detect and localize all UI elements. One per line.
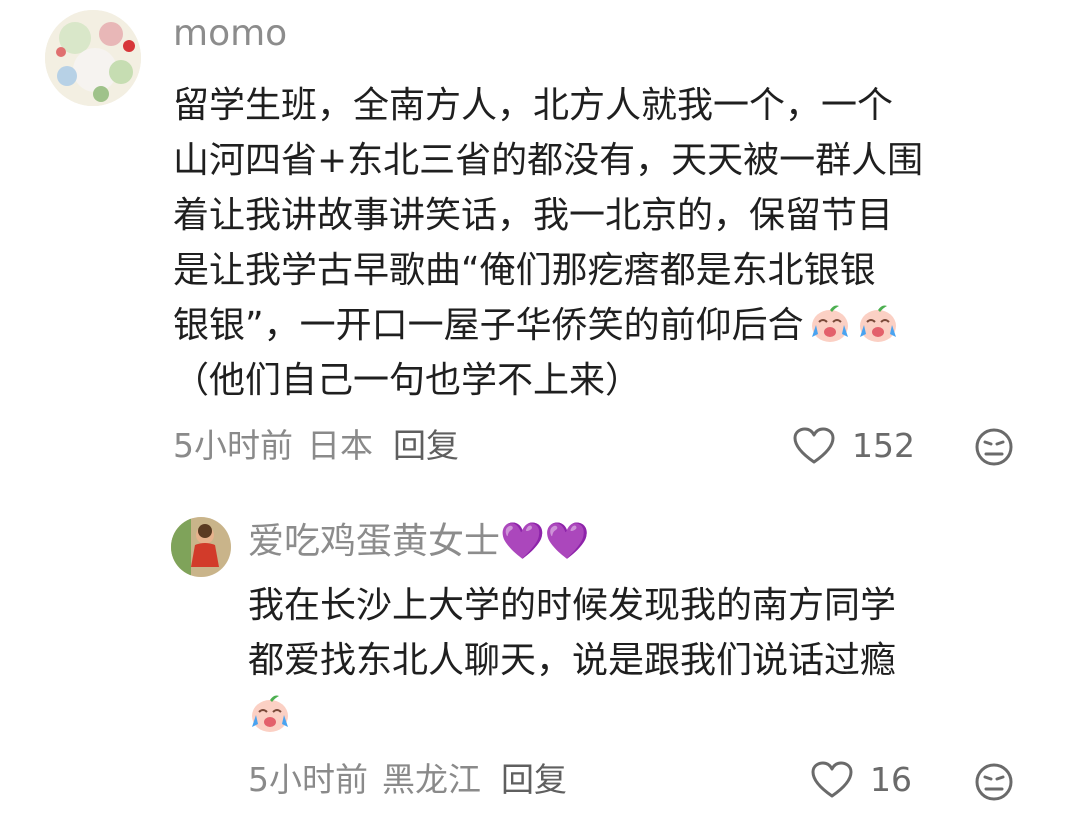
comment-line: 着让我讲故事讲笑话，我一北京的，保留节目 <box>173 195 894 236</box>
comment-line: 都爱找东北人聊天，说是跟我们说话过瘾 <box>248 640 897 681</box>
comment-line: 我在长沙上大学的时候发现我的南方同学 <box>248 585 897 626</box>
reply-button[interactable]: 回复 <box>501 760 567 799</box>
user-avatar[interactable] <box>45 10 141 106</box>
crying-laugh-emoji-icon <box>811 305 848 342</box>
avatar-illustration-icon <box>45 10 141 106</box>
comment-text: 我在长沙上大学的时候发现我的南方同学 都爱找东北人聊天，说是跟我们说话过瘾 <box>248 578 1028 743</box>
reply-button[interactable]: 回复 <box>393 426 459 465</box>
unhappy-face-icon[interactable] <box>974 762 1014 802</box>
comment-line-emoji <box>248 688 1028 743</box>
comment-meta: 5小时前 日本 回复 <box>173 424 473 468</box>
unhappy-face-icon[interactable] <box>974 427 1014 467</box>
like-button[interactable]: 16 <box>810 758 912 802</box>
comment-line: 是让我学古早歌曲“俺们那疙瘩都是东北银银 <box>173 250 876 291</box>
heart-outline-icon <box>811 761 853 798</box>
location: 黑龙江 <box>382 760 481 799</box>
crying-laugh-emoji-icon <box>252 695 288 732</box>
heart-outline-icon <box>793 427 835 464</box>
comment-text: 留学生班，全南方人，北方人就我一个，一个 山河四省+东北三省的都没有，天天被一群… <box>173 78 1033 408</box>
comment-item: momo 留学生班，全南方人，北方人就我一个，一个 山河四省+东北三省的都没有，… <box>0 0 1080 500</box>
like-count: 152 <box>852 426 915 465</box>
comment-line: 银银”，一开口一屋子华侨笑的前仰后合 <box>173 305 804 346</box>
timestamp: 5小时前 <box>248 760 368 799</box>
crying-laugh-emoji-icon <box>859 305 896 342</box>
like-count: 16 <box>870 760 912 799</box>
comment-line: 留学生班，全南方人，北方人就我一个，一个 <box>173 85 894 126</box>
comment-meta: 5小时前 黑龙江 回复 <box>248 758 581 802</box>
comment-line: 山河四省+东北三省的都没有，天天被一群人围 <box>173 140 924 181</box>
user-avatar[interactable] <box>171 517 231 577</box>
location: 日本 <box>307 426 373 465</box>
like-button[interactable]: 152 <box>792 424 915 468</box>
avatar-figure-icon <box>171 517 231 577</box>
username[interactable]: momo <box>173 10 287 58</box>
reply-comment-item: 爱吃鸡蛋黄女士💜💜 我在长沙上大学的时候发现我的南方同学 都爱找东北人聊天，说是… <box>0 500 1080 833</box>
comment-line-with-emoji: 银银”，一开口一屋子华侨笑的前仰后合 <box>173 298 1033 353</box>
comment-line: （他们自己一句也学不上来） <box>173 360 642 401</box>
username[interactable]: 爱吃鸡蛋黄女士💜💜 <box>248 518 590 566</box>
timestamp: 5小时前 <box>173 426 293 465</box>
